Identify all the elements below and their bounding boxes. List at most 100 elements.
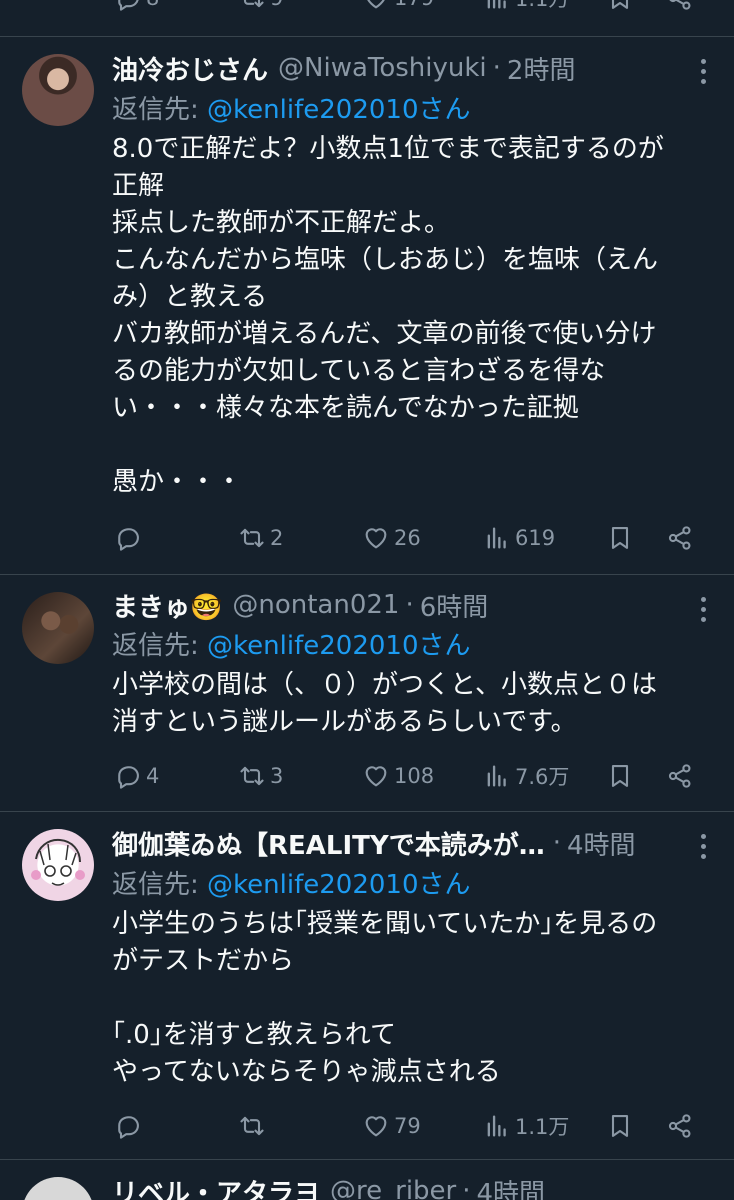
retweet-count: 3 xyxy=(270,764,284,788)
reply-to-link[interactable]: @kenlife202010さん xyxy=(207,95,470,125)
tweet-text-line: 小学校の間は（、０）がつくと、小数点と０は xyxy=(112,670,657,700)
views-button[interactable]: 7.6万 xyxy=(483,756,569,796)
like-button[interactable]: 179 xyxy=(362,0,434,18)
reply-icon xyxy=(114,762,142,790)
timestamp[interactable]: 6時間 xyxy=(420,587,489,624)
tweet-text-line: がテストだから xyxy=(112,946,295,976)
share-icon xyxy=(666,762,694,790)
more-options-icon[interactable] xyxy=(700,597,706,622)
views-icon xyxy=(483,1112,511,1140)
timestamp[interactable]: 4時間 xyxy=(567,825,636,862)
tweet[interactable]: リベル・アタラヨ @re_riber · 4時間 xyxy=(0,1160,734,1200)
bookmark-button[interactable] xyxy=(606,1106,634,1146)
reply-prefix: 返信先: xyxy=(112,95,208,125)
timestamp[interactable]: 4時間 xyxy=(477,1173,546,1200)
tweet-text-line: 小学生のうちは｢授業を聞いていたか｣を見るの xyxy=(112,909,658,939)
retweet-icon xyxy=(238,524,266,552)
tweet[interactable]: まきゅ🤓 @nontan021 · 6時間 返信先: @kenlife20201… xyxy=(0,575,734,811)
views-button[interactable]: 1.1万 xyxy=(483,0,569,18)
action-bar: 79 1.1万 xyxy=(0,1106,734,1146)
tweet-header: 御伽葉ゐぬ【REALITYで本読みが… · 4時間 xyxy=(112,825,636,861)
tweet-text-line: るの能力が欠如していると言わざるを得な xyxy=(112,356,606,386)
display-name[interactable]: リベル・アタラヨ xyxy=(112,1173,320,1200)
like-count: 108 xyxy=(394,764,435,788)
reply-to-link[interactable]: @kenlife202010さん xyxy=(207,631,470,661)
retweet-icon xyxy=(238,1112,266,1140)
separator-dot: · xyxy=(462,1176,471,1200)
heart-icon xyxy=(362,524,390,552)
views-button[interactable]: 1.1万 xyxy=(483,1106,569,1146)
share-button[interactable] xyxy=(666,1106,694,1146)
share-icon xyxy=(666,524,694,552)
bookmark-button[interactable] xyxy=(606,0,634,18)
heart-icon xyxy=(362,762,390,790)
more-options-icon[interactable] xyxy=(700,59,706,84)
like-button[interactable]: 26 xyxy=(362,518,421,558)
views-count: 1.1万 xyxy=(515,1115,570,1139)
timestamp[interactable]: 2時間 xyxy=(507,50,576,87)
retweet-icon xyxy=(238,0,266,12)
avatar[interactable] xyxy=(22,592,94,664)
views-icon xyxy=(483,0,511,12)
retweet-button[interactable]: 3 xyxy=(238,756,283,796)
reply-to-link[interactable]: @kenlife202010さん xyxy=(207,870,470,900)
tweet-text: 小学校の間は（、０）がつくと、小数点と０は 消すという謎ルールがあるらしいです。 xyxy=(112,667,712,741)
avatar[interactable] xyxy=(22,54,94,126)
share-button[interactable] xyxy=(666,518,694,558)
reply-prefix: 返信先: xyxy=(112,631,208,661)
tweet-text-line: 採点した教師が不正解だよ。 xyxy=(112,208,451,238)
tweet-text: 小学生のうちは｢授業を聞いていたか｣を見るの がテストだから ｢.0｣を消すと教… xyxy=(112,906,712,1091)
views-count: 1.1万 xyxy=(515,0,569,13)
retweet-count: 9 xyxy=(270,0,283,10)
reply-count: 8 xyxy=(146,0,159,10)
tweet-text-line xyxy=(112,427,712,464)
separator-dot: · xyxy=(492,53,501,83)
retweet-button[interactable]: 2 xyxy=(238,518,283,558)
avatar[interactable] xyxy=(22,829,94,901)
share-button[interactable] xyxy=(666,0,694,18)
action-bar: 2 26 619 xyxy=(0,518,734,558)
separator-dot: · xyxy=(552,828,561,858)
user-handle[interactable]: @re_riber xyxy=(330,1176,456,1200)
tweet-text-line xyxy=(112,980,712,1017)
more-options-icon[interactable] xyxy=(700,834,706,859)
like-button[interactable]: 79 xyxy=(362,1106,421,1146)
tweet-text-line: やってないならそりゃ減点される xyxy=(112,1057,501,1087)
reply-context: 返信先: @kenlife202010さん xyxy=(112,864,471,901)
views-button[interactable]: 619 xyxy=(483,518,555,558)
avatar[interactable] xyxy=(22,1177,94,1200)
bookmark-button[interactable] xyxy=(606,518,634,558)
top-action-bar: 8 9 179 1.1万 xyxy=(0,0,734,18)
views-count: 7.6万 xyxy=(515,765,570,789)
reply-button[interactable] xyxy=(114,518,146,558)
tweet-text-line: ｢.0｣を消すと教えられて xyxy=(112,1020,397,1050)
tweet-text-line: い・・・様々な本を読んでなかった証拠 xyxy=(112,393,579,423)
reply-button[interactable]: 4 xyxy=(114,756,159,796)
tweet[interactable]: 油冷おじさん @NiwaToshiyuki · 2時間 返信先: @kenlif… xyxy=(0,37,734,574)
reply-button[interactable]: 8 xyxy=(114,0,159,18)
reply-count: 4 xyxy=(146,764,160,788)
reply-prefix: 返信先: xyxy=(112,870,208,900)
share-button[interactable] xyxy=(666,756,694,796)
display-name[interactable]: 油冷おじさん xyxy=(112,50,268,87)
bookmark-button[interactable] xyxy=(606,756,634,796)
share-icon xyxy=(666,0,694,12)
tweet-text-line: 愚か・・・ xyxy=(112,467,243,497)
display-name[interactable]: まきゅ🤓 xyxy=(112,587,222,624)
retweet-button[interactable] xyxy=(238,1106,270,1146)
views-icon xyxy=(483,762,511,790)
bookmark-icon xyxy=(606,762,634,790)
tweet-text-line: 8.0で正解だよ？小数点1位でまで表記するのが xyxy=(112,134,664,164)
reply-button[interactable] xyxy=(114,1106,146,1146)
user-handle[interactable]: @NiwaToshiyuki xyxy=(278,53,487,83)
separator-dot: · xyxy=(405,590,414,620)
like-button[interactable]: 108 xyxy=(362,756,434,796)
like-count: 26 xyxy=(394,526,421,550)
user-handle[interactable]: @nontan021 xyxy=(232,590,399,620)
tweet-text-line: こんなんだから塩味（しおあじ）を塩味（えん xyxy=(112,245,659,275)
retweet-button[interactable]: 9 xyxy=(238,0,283,18)
views-icon xyxy=(483,524,511,552)
display-name[interactable]: 御伽葉ゐぬ【REALITYで本読みが… xyxy=(112,825,545,862)
tweet[interactable]: 御伽葉ゐぬ【REALITYで本読みが… · 4時間 返信先: @kenlife2… xyxy=(0,812,734,1159)
bookmark-icon xyxy=(606,1112,634,1140)
